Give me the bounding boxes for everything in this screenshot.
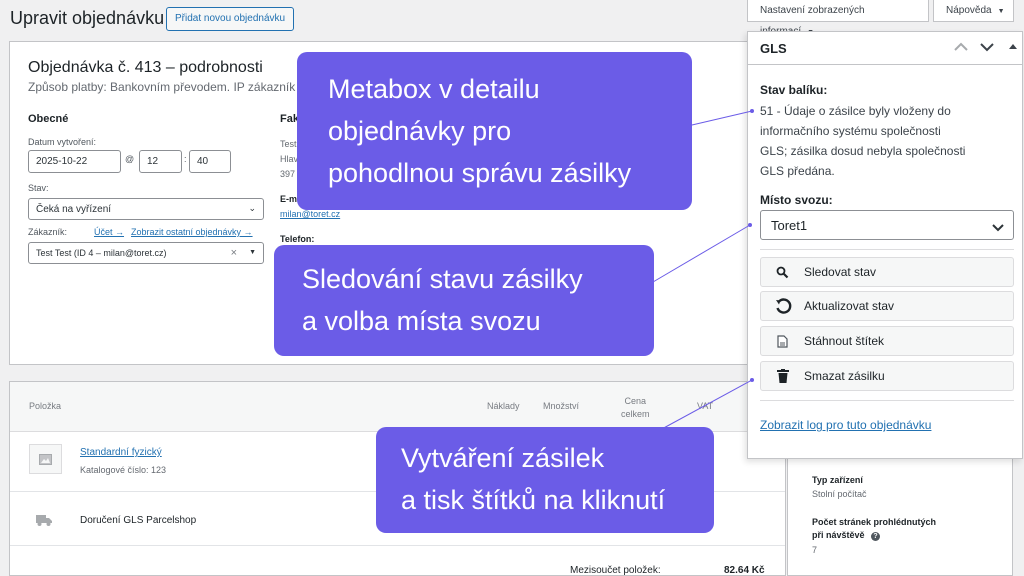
callout-metabox: Metabox v detailu objednávky pro pohodln…: [297, 52, 692, 210]
callout-line: Sledování stavu zásilky: [302, 264, 583, 294]
callout-labels: Vytváření zásilek a tisk štítků na klikn…: [376, 427, 714, 533]
callout-line: pohodlnou správu zásilky: [328, 158, 632, 188]
callout-line: Metabox v detailu: [328, 74, 540, 104]
callout-line: a volba místa svozu: [302, 306, 541, 336]
callout-tracking: Sledování stavu zásilky a volba místa sv…: [274, 245, 654, 356]
callout-line: Vytváření zásilek: [401, 443, 605, 473]
callout-line: objednávky pro: [328, 116, 512, 146]
callout-line: a tisk štítků na kliknutí: [401, 485, 666, 515]
